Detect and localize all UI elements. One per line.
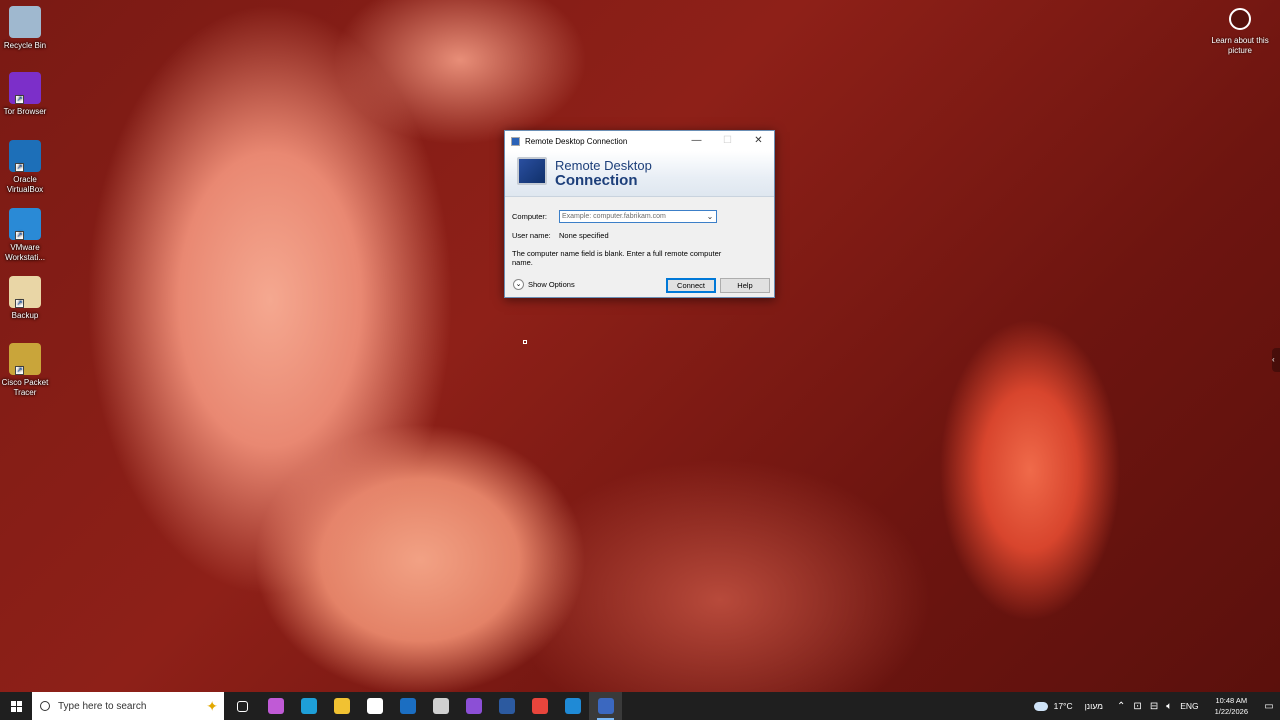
packet-tracer-icon: ↗ (9, 343, 41, 375)
backup-icon: ↗ (9, 276, 41, 308)
connect-button[interactable]: Connect (666, 278, 716, 293)
taskbar-app-button[interactable] (556, 692, 589, 720)
validation-message: The computer name field is blank. Enter … (512, 249, 722, 267)
windows-logo-icon (10, 700, 22, 712)
recycle-bin-icon (9, 6, 41, 38)
notifications-icon[interactable]: ▭ (1258, 692, 1280, 720)
weather-text: מעונן (1084, 701, 1104, 711)
start-button[interactable] (0, 692, 32, 720)
shortcut-arrow-icon: ↗ (15, 366, 24, 375)
mouse-cursor (523, 340, 527, 344)
outlook-icon (399, 698, 416, 714)
computer-placeholder: Example: computer.fabrikam.com (562, 213, 666, 220)
remote-desktop-app-icon (511, 136, 520, 146)
vscode-icon (564, 698, 581, 714)
edge-icon (300, 698, 317, 714)
clock-date: 1/22/2026 (1214, 707, 1248, 716)
taskbar-app-button[interactable] (226, 692, 259, 720)
taskbar-search[interactable]: Type here to search ✦ (32, 692, 224, 720)
taskbar-apps (226, 692, 622, 720)
show-options-toggle[interactable]: ⌄ Show Options (513, 279, 575, 290)
shortcut-arrow-icon: ↗ (15, 299, 24, 308)
volume-icon[interactable]: 🔈︎ (1166, 701, 1172, 712)
snipping-icon (432, 698, 449, 714)
desktop-icon-label: VMware Workstati... (5, 243, 45, 262)
desktop-icon[interactable]: ↗ Cisco Packet Tracer (0, 343, 50, 398)
search-placeholder: Type here to search (58, 700, 147, 712)
show-options-label: Show Options (528, 280, 575, 289)
visual-studio-icon (465, 698, 482, 714)
shortcut-arrow-icon: ↗ (15, 231, 24, 240)
network-icon[interactable]: ⊡ (1133, 701, 1141, 712)
desktop-icon-label: Tor Browser (3, 107, 47, 116)
vpn-icon[interactable]: ⊟ (1150, 701, 1158, 712)
desktop-icon-label: Cisco Packet Tracer (1, 378, 49, 397)
learn-about-picture[interactable]: Learn about this picture (1200, 8, 1280, 56)
desktop-icon-label: Backup (11, 311, 39, 320)
taskbar-app-button[interactable] (325, 692, 358, 720)
side-panel-chevron-icon[interactable]: ‹ (1272, 348, 1280, 372)
minimize-button[interactable]: — (681, 131, 712, 151)
maximize-button: ☐ (723, 135, 732, 146)
computer-input[interactable]: Example: computer.fabrikam.com ⌄ (559, 210, 717, 223)
shortcut-arrow-icon: ↗ (15, 95, 24, 104)
weather-temp: 17°C (1053, 701, 1073, 711)
tor-browser-icon: ↗ (9, 72, 41, 104)
username-label: User name: (512, 231, 551, 240)
task-view-icon (237, 700, 248, 712)
expand-chevron-icon: ⌄ (513, 279, 524, 290)
taskbar-app-button[interactable] (292, 692, 325, 720)
banner-line1: Remote Desktop (555, 158, 652, 173)
vmware-icon: ↗ (9, 208, 41, 240)
dialog-titlebar[interactable]: Remote Desktop Connection — ☐ ✕ (505, 131, 774, 151)
copilot-icon (267, 698, 284, 714)
taskbar-app-button[interactable] (589, 692, 622, 720)
show-hidden-icons-chevron-icon[interactable]: ⌃ (1117, 701, 1125, 712)
username-row: User name: None specified (512, 231, 609, 240)
clock-time: 10:48 AM (1215, 696, 1248, 705)
cloud-icon (1033, 701, 1048, 711)
clock[interactable]: 10:48 AM 1/22/2026 (1215, 695, 1248, 717)
desktop-icon[interactable]: ↗ Oracle VirtualBox (0, 140, 50, 195)
desktop-icon[interactable]: ↗ VMware Workstati... (0, 208, 50, 263)
username-value: None specified (559, 231, 609, 240)
taskbar-app-button[interactable] (457, 692, 490, 720)
taskbar-app-button[interactable] (259, 692, 292, 720)
dialog-banner: Remote Desktop Connection (505, 151, 774, 197)
help-button[interactable]: Help (720, 278, 770, 293)
taskbar-app-button[interactable] (358, 692, 391, 720)
desktop-icon[interactable]: Recycle Bin (0, 6, 50, 51)
desktop-icon[interactable]: ↗ Backup (0, 276, 50, 321)
learn-about-label: Learn about this picture (1211, 36, 1269, 55)
shortcut-arrow-icon: ↗ (15, 163, 24, 172)
camera-icon (1229, 8, 1251, 30)
desktop-icon-label: Oracle VirtualBox (6, 175, 44, 194)
desktop-icon[interactable]: ↗ Tor Browser (0, 72, 50, 117)
language-indicator[interactable]: ENG (1180, 701, 1198, 711)
close-button[interactable]: ✕ (743, 131, 774, 151)
system-tray: 17°C מעונן ⌃ ⊡ ⊟ 🔈︎ ENG 10:48 AM 1/22/20… (1033, 692, 1280, 720)
taskbar-app-button[interactable] (523, 692, 556, 720)
weather-widget[interactable]: 17°C מעונן (1033, 701, 1104, 711)
powershell-icon (498, 698, 515, 714)
taskbar: Type here to search ✦ 17°C מעונן ⌃ ⊡ ⊟ 🔈… (0, 692, 1280, 720)
computer-row: Computer: Example: computer.fabrikam.com… (512, 210, 717, 223)
search-icon (40, 701, 50, 711)
taskbar-app-button[interactable] (424, 692, 457, 720)
file-explorer-icon (333, 698, 350, 714)
taskbar-app-button[interactable] (490, 692, 523, 720)
monitor-icon (517, 157, 547, 185)
chrome-icon (531, 698, 548, 714)
chevron-down-icon[interactable]: ⌄ (704, 212, 716, 221)
desktop-icon-label: Recycle Bin (3, 41, 47, 50)
search-highlight-icon[interactable]: ✦ (206, 698, 218, 715)
store-icon (366, 698, 383, 714)
remote-desktop-icon (597, 698, 614, 714)
virtualbox-icon: ↗ (9, 140, 41, 172)
dialog-title: Remote Desktop Connection (525, 136, 628, 146)
computer-label: Computer: (512, 212, 548, 221)
banner-line2: Connection (555, 172, 638, 189)
taskbar-app-button[interactable] (391, 692, 424, 720)
remote-desktop-dialog: Remote Desktop Connection — ☐ ✕ Remote D… (504, 130, 775, 298)
